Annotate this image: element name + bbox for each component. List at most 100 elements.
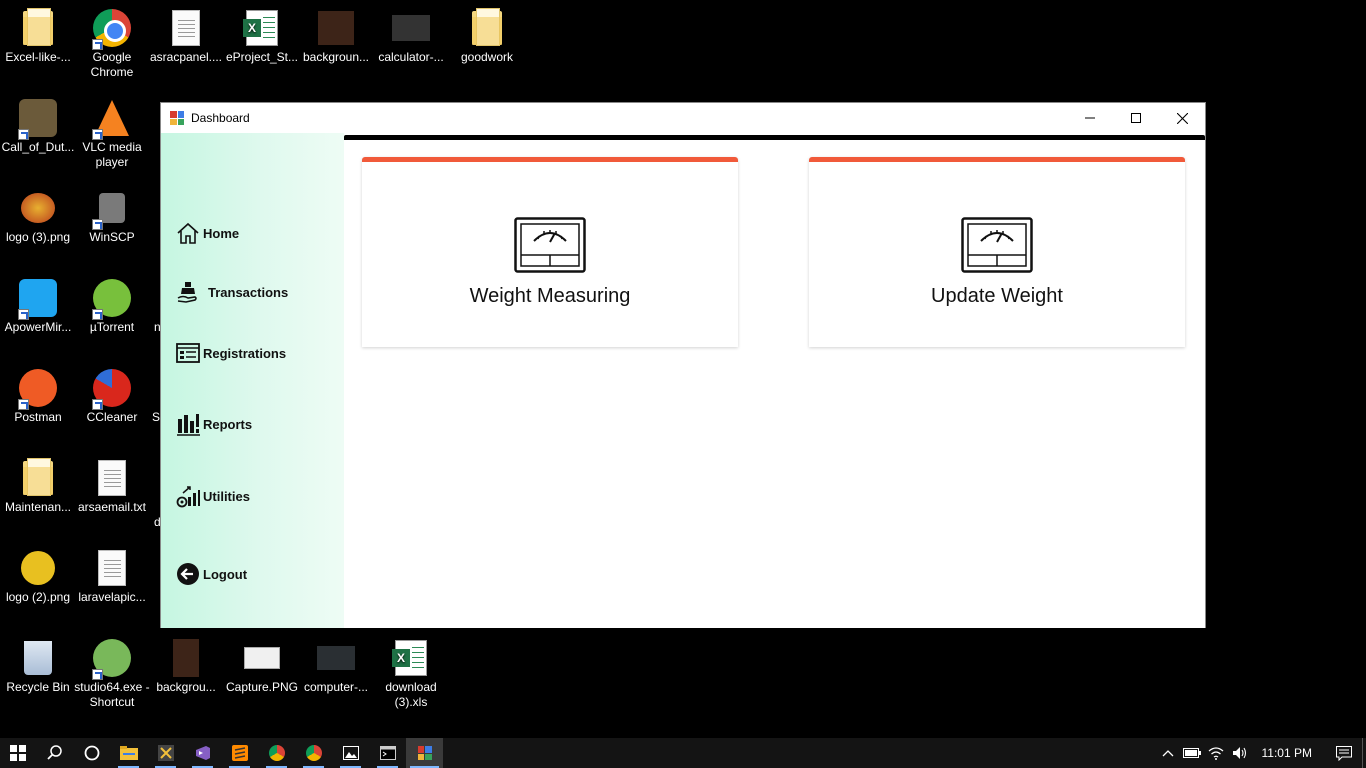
desktop-icon-image[interactable]: Capture.PNG [224, 638, 300, 695]
desktop-icon-image[interactable]: backgroun... [298, 8, 374, 65]
image-file-icon [173, 639, 199, 677]
visual-studio-icon [195, 746, 210, 760]
reports-icon [175, 411, 201, 437]
windows-icon [10, 745, 26, 761]
taskbar-dashboard[interactable] [406, 738, 443, 768]
folder-icon [23, 8, 53, 46]
sidebar-item-transactions[interactable]: Transactions [175, 279, 288, 305]
desktop-icon-android-studio[interactable]: studio64.exe - Shortcut [74, 638, 150, 710]
image-file-icon [318, 11, 354, 45]
sidebar-item-label: Home [203, 225, 240, 241]
text-file-icon [98, 460, 126, 496]
text-file-icon [172, 10, 200, 46]
taskbar-chrome[interactable] [295, 738, 332, 768]
desktop-icon-utorrent[interactable]: µTorrent [74, 278, 150, 335]
desktop-icon-winscp[interactable]: WinSCP [74, 188, 150, 245]
sidebar-item-reports[interactable]: Reports [175, 411, 252, 437]
cortana-icon [84, 745, 99, 761]
title-bar[interactable]: Dashboard [161, 103, 1205, 133]
taskbar-sublime[interactable] [221, 738, 258, 768]
desktop-icon-folder[interactable]: Maintenan... [0, 458, 76, 515]
desktop-icon-vlc[interactable]: VLC media player [74, 98, 150, 170]
show-hidden-icons-button[interactable] [1156, 738, 1180, 768]
app-icon [417, 746, 432, 760]
search-button[interactable] [36, 738, 73, 768]
desktop-icon-recycle-bin[interactable]: Recycle Bin [0, 638, 76, 695]
desktop-icon-game[interactable]: Call_of_Dut... [0, 98, 76, 155]
file-explorer-icon [119, 746, 138, 760]
recycle-bin-icon [24, 641, 52, 675]
taskbar-app[interactable] [147, 738, 184, 768]
network-button[interactable] [1204, 738, 1228, 768]
volume-button[interactable] [1228, 738, 1252, 768]
minimize-button[interactable] [1067, 103, 1113, 133]
maximize-icon [1131, 113, 1141, 123]
excel-file-icon [392, 640, 427, 676]
maximize-button[interactable] [1113, 103, 1159, 133]
battery-button[interactable] [1180, 738, 1204, 768]
desktop-icon-text-file[interactable]: laravelapic... [74, 548, 150, 605]
terminal-icon [379, 746, 396, 760]
folder-icon [472, 8, 502, 46]
excel-file-icon [243, 10, 278, 46]
content-top-bar [344, 135, 1205, 140]
desktop-icon-image[interactable]: calculator-... [373, 8, 449, 65]
desktop-icon-postman[interactable]: Postman [0, 368, 76, 425]
card-title: Update Weight [931, 285, 1063, 307]
action-center-button[interactable] [1326, 738, 1362, 768]
image-file-icon [244, 647, 280, 669]
desktop-icon-text-file[interactable]: asracpanel.... [148, 8, 224, 65]
desktop-icon-excel[interactable]: download (3).xls [373, 638, 449, 710]
sidebar-item-registrations[interactable]: Registrations [175, 340, 286, 366]
tools-icon [157, 745, 174, 761]
sublime-icon [231, 745, 248, 761]
task-view-button[interactable] [73, 738, 110, 768]
show-desktop-button[interactable] [1362, 738, 1366, 768]
home-icon [175, 220, 201, 246]
image-file-icon [392, 15, 430, 41]
dashboard-window: Dashboard Home Transactions Registration… [160, 102, 1206, 628]
desktop-icon-image[interactable]: logo (2).png [0, 548, 76, 605]
close-button[interactable] [1159, 103, 1205, 133]
scale-icon [961, 217, 1033, 273]
desktop-icon-apowermirror[interactable]: ApowerMir... [0, 278, 76, 335]
sidebar-item-utilities[interactable]: Utilities [175, 483, 250, 509]
desktop-icon-chrome[interactable]: Google Chrome [74, 8, 150, 80]
desktop-icon-folder[interactable]: goodwork [449, 8, 525, 65]
main-content: Weight Measuring Update Weight [344, 133, 1205, 628]
card-title: Weight Measuring [469, 285, 631, 307]
taskbar-command-prompt[interactable] [369, 738, 406, 768]
taskbar-photos[interactable] [332, 738, 369, 768]
sidebar-item-label: Logout [203, 566, 248, 582]
taskbar-visual-studio[interactable] [184, 738, 221, 768]
photos-icon [342, 746, 359, 760]
clock[interactable]: 11:01 PM [1252, 746, 1326, 760]
weight-measuring-card[interactable]: Weight Measuring [362, 157, 738, 347]
transactions-icon [175, 279, 201, 305]
sidebar: Home Transactions Registrations Reports … [161, 133, 344, 628]
folder-icon [23, 458, 53, 496]
sidebar-item-label: Transactions [208, 284, 289, 300]
window-title: Dashboard [191, 111, 250, 125]
taskbar-file-explorer[interactable] [110, 738, 147, 768]
desktop-icon-ccleaner[interactable]: CCleaner [74, 368, 150, 425]
sidebar-item-home[interactable]: Home [175, 220, 239, 246]
chrome-icon [268, 745, 285, 761]
search-icon [46, 745, 62, 760]
sidebar-item-label: Registrations [203, 345, 287, 361]
desktop-icon-image[interactable]: backgrou... [148, 638, 224, 695]
start-button[interactable] [0, 738, 36, 768]
desktop-icon-image[interactable]: computer-... [298, 638, 374, 695]
chevron-up-icon [1162, 750, 1173, 757]
desktop-icon-image[interactable]: logo (3).png [0, 188, 76, 245]
app-icon [170, 111, 184, 125]
taskbar-chrome[interactable] [258, 738, 295, 768]
wifi-icon [1208, 747, 1223, 760]
sidebar-item-logout[interactable]: Logout [175, 561, 247, 587]
desktop-icon-text-file[interactable]: arsaemail.txt [74, 458, 150, 515]
update-weight-card[interactable]: Update Weight [809, 157, 1185, 347]
volume-icon [1232, 747, 1246, 759]
desktop-icon-folder[interactable]: Excel-like-... [0, 8, 76, 65]
desktop-icon-excel[interactable]: eProject_St... [224, 8, 300, 65]
sidebar-item-label: Utilities [203, 488, 250, 504]
